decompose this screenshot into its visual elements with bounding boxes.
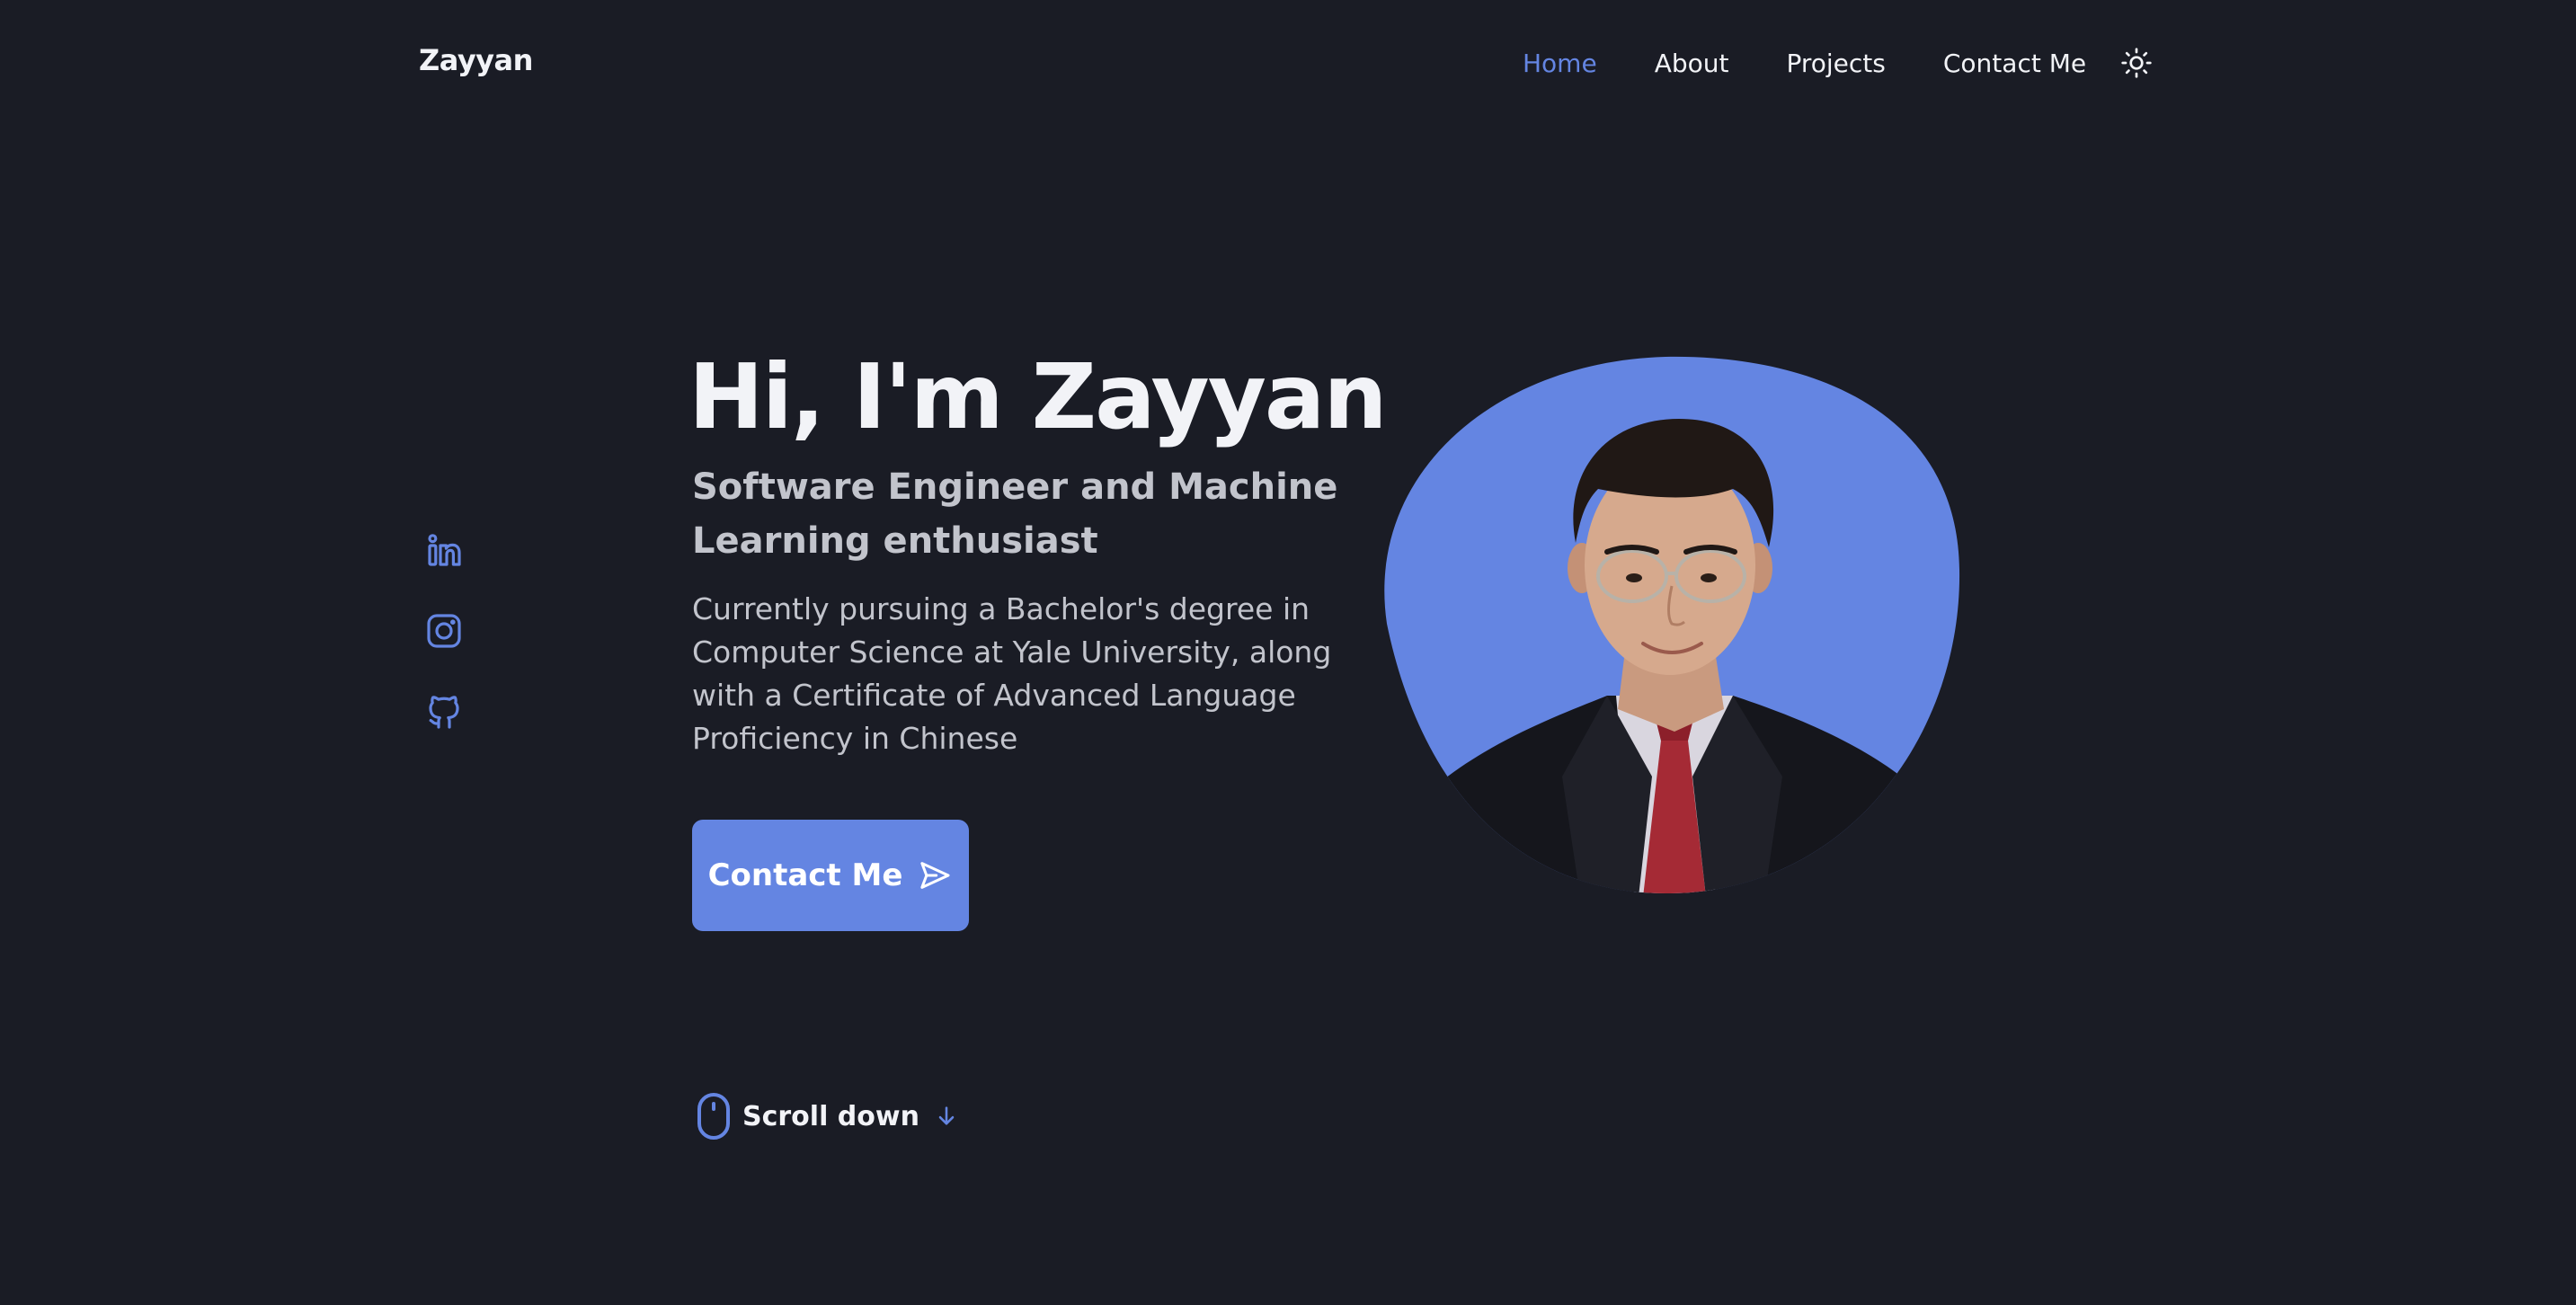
github-icon: [429, 696, 459, 729]
arrow-down-icon: [938, 1106, 955, 1125]
site-logo[interactable]: Zayyan: [419, 43, 533, 77]
linkedin-icon: [428, 534, 461, 566]
instagram-link[interactable]: [422, 609, 466, 652]
theme-toggle-button[interactable]: [2119, 45, 2154, 81]
nav-home[interactable]: Home: [1523, 49, 1597, 78]
contact-me-button[interactable]: Contact Me: [692, 820, 969, 931]
github-link[interactable]: [422, 690, 466, 733]
linkedin-link[interactable]: [422, 528, 466, 572]
main-nav: Home About Projects Contact Me: [1523, 45, 2154, 81]
nav-about[interactable]: About: [1655, 49, 1729, 78]
send-icon: [920, 862, 950, 889]
scroll-down-link[interactable]: Scroll down: [696, 1091, 959, 1141]
hero-description: Currently pursuing a Bachelor's degree i…: [692, 591, 1332, 756]
hero-title: Hi, I'm Zayyan: [688, 344, 1388, 449]
scroll-down-label: Scroll down: [742, 1100, 919, 1132]
nav-contact[interactable]: Contact Me: [1943, 49, 2086, 78]
profile-photo: [1384, 356, 1960, 894]
contact-button-label: Contact Me: [707, 857, 903, 893]
nav-projects[interactable]: Projects: [1786, 49, 1885, 78]
instagram-icon: [427, 614, 461, 648]
sun-icon: [2121, 48, 2152, 78]
hero-subtitle: Software Engineer and Machine Learning e…: [692, 466, 1338, 562]
mouse-icon: [697, 1093, 730, 1140]
social-links: [422, 528, 466, 771]
